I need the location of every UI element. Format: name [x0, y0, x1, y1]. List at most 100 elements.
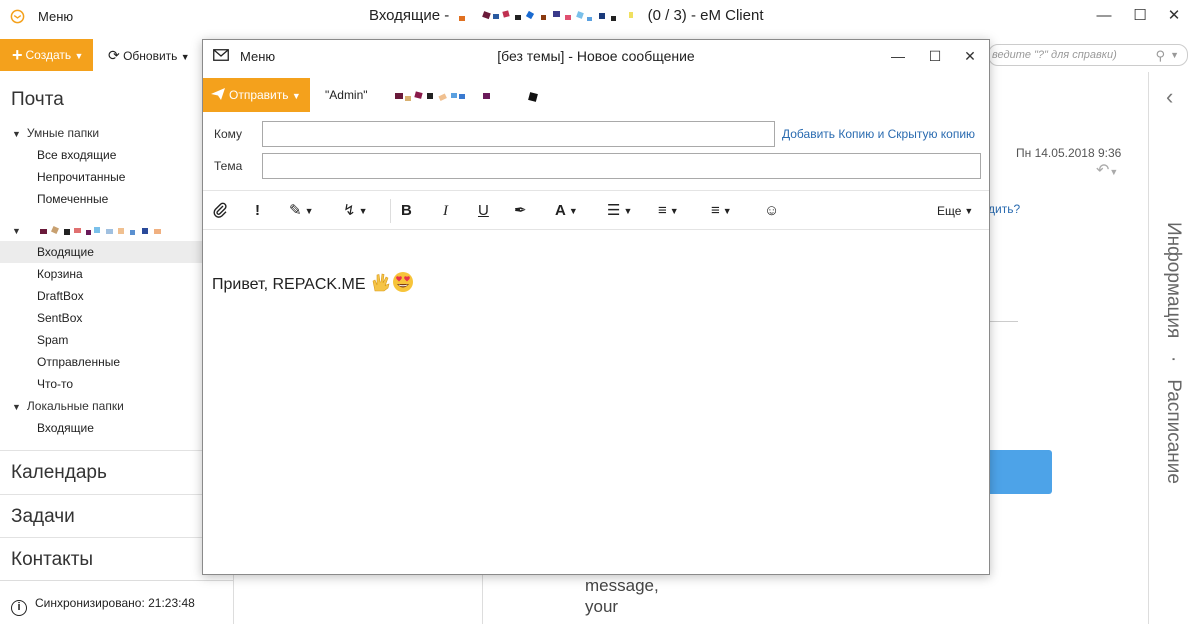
send-button[interactable]: Отправить ▼: [203, 78, 310, 112]
message-body[interactable]: Привет, REPACK.ME: [212, 271, 414, 294]
underline-icon[interactable]: U: [478, 201, 489, 221]
subject-label: Тема: [214, 159, 243, 173]
search-icon[interactable]: ⚲: [1155, 46, 1165, 65]
chevron-down-icon: ▼: [291, 91, 301, 101]
folder-item-inbox[interactable]: Входящие: [0, 241, 233, 263]
smart-folders-group[interactable]: ▼ Умные папки: [0, 122, 233, 144]
background-link[interactable]: дить?: [988, 202, 1020, 216]
folder-item[interactable]: Spam: [0, 329, 233, 351]
format-painter-icon[interactable]: ✒: [514, 201, 527, 221]
message-body-editor[interactable]: Привет, REPACK.ME: [203, 231, 989, 574]
refresh-button[interactable]: ⟳ Обновить ▼: [108, 39, 190, 71]
to-input[interactable]: [262, 121, 775, 147]
emoji-icon[interactable]: ☺: [764, 201, 779, 221]
add-cc-bcc-link[interactable]: Добавить Копию и Скрытую копию: [782, 127, 975, 141]
window-title: Входящие - (0 / 3) - eM Client: [369, 7, 764, 24]
create-button-label: Создать: [25, 48, 72, 62]
window-title-prefix: Входящие -: [369, 7, 450, 24]
folder-item[interactable]: Отправленные: [0, 351, 233, 373]
close-icon[interactable]: ✕: [957, 44, 983, 68]
calendar-section[interactable]: Календарь: [0, 450, 233, 494]
right-side-panel: ‹ Информация · Расписание: [1148, 72, 1195, 624]
close-icon[interactable]: ✕: [1160, 4, 1188, 28]
font-icon[interactable]: A ▼: [555, 201, 578, 221]
attachment-icon[interactable]: [213, 201, 227, 221]
folder-item[interactable]: SentBox: [0, 307, 233, 329]
mail-section-title[interactable]: Почта: [0, 78, 233, 122]
folder-item[interactable]: DraftBox: [0, 285, 233, 307]
message-date: Пн 14.05.2018 9:36: [1016, 146, 1122, 160]
expand-triangle-icon[interactable]: ▼: [12, 129, 21, 139]
folder-item[interactable]: Непрочитанные: [0, 166, 233, 188]
bullet-list-icon[interactable]: ☰ ▼: [607, 201, 632, 221]
folder-item[interactable]: Что-то: [0, 373, 233, 395]
folder-item[interactable]: Все входящие: [0, 144, 233, 166]
more-button-label: Еще: [937, 204, 962, 218]
divider: [482, 575, 483, 624]
message-body-text: Привет, REPACK.ME: [212, 276, 366, 293]
maximize-icon[interactable]: ☐: [1126, 4, 1154, 28]
chevron-down-icon: ▼: [180, 52, 190, 62]
plus-icon: +: [12, 45, 23, 65]
compose-window: Меню [без темы] - Новое сообщение — ☐ ✕ …: [202, 39, 990, 575]
background-blue-button[interactable]: [988, 450, 1052, 494]
numbered-list-icon[interactable]: ≡ ▼: [658, 201, 679, 221]
to-row: Кому Добавить Копию и Скрытую копию: [203, 121, 989, 147]
folder-item[interactable]: Помеченные: [0, 188, 233, 210]
to-label: Кому: [214, 127, 243, 141]
folder-item[interactable]: Корзина: [0, 263, 233, 285]
search-input[interactable]: ведите "?" для справки) ⚲ ▼: [988, 44, 1188, 66]
quick-parts-icon[interactable]: ↯ ▼: [343, 201, 368, 221]
sync-status-text: Синхронизировано: 21:23:48: [35, 596, 195, 610]
window-title-suffix: (0 / 3) - eM Client: [647, 7, 764, 24]
highlight-pen-icon[interactable]: ✎ ▼: [289, 201, 314, 221]
folder-item[interactable]: Входящие: [0, 417, 233, 439]
message-preview-text: message, your: [585, 575, 659, 617]
message-preview-line: your: [585, 597, 619, 616]
smart-folders-label: Умные папки: [26, 126, 100, 140]
italic-icon[interactable]: I: [443, 201, 448, 221]
chevron-down-icon[interactable]: ▼: [1170, 45, 1179, 65]
minimize-icon[interactable]: —: [1090, 4, 1118, 28]
vulcan-salute-emoji-icon: [372, 273, 390, 292]
sidebar: Почта ▼ Умные папки Все входящие Непрочит…: [0, 78, 234, 624]
from-account-selector[interactable]: "Admin": [325, 78, 549, 112]
redacted-account-icon: [459, 10, 634, 22]
chevron-left-icon[interactable]: ‹: [1166, 84, 1173, 110]
expand-triangle-icon[interactable]: ▼: [12, 226, 21, 236]
chevron-down-icon: ▼: [74, 51, 84, 61]
reply-icon[interactable]: ↶▼: [1096, 160, 1118, 180]
redacted-email-icon: [394, 91, 538, 102]
local-folders-group[interactable]: ▼ Локальные папки: [0, 395, 233, 417]
main-titlebar: Меню Входящие - (0 / 3) - eM Client — ☐ …: [0, 0, 1195, 33]
info-tab[interactable]: Информация: [1163, 222, 1184, 338]
refresh-icon: ⟳: [108, 47, 120, 63]
tasks-section[interactable]: Задачи: [0, 494, 233, 538]
refresh-button-label: Обновить: [123, 49, 178, 63]
side-panel-tabs: Информация · Расписание: [1153, 222, 1193, 522]
create-button[interactable]: + Создать ▼: [0, 39, 93, 71]
minimize-icon[interactable]: —: [885, 44, 911, 68]
expand-triangle-icon[interactable]: ▼: [12, 402, 21, 412]
maximize-icon[interactable]: ☐: [922, 44, 948, 68]
redacted-account-name-icon: [40, 225, 162, 235]
account-group[interactable]: ▼: [0, 219, 233, 241]
formatting-toolbar: ! ✎ ▼ ↯ ▼ B I U ✒ A ▼ ☰ ▼ ≡ ▼ ≡ ▼ ☺ Еще ▼: [203, 190, 989, 230]
compose-title: [без темы] - Новое сообщение: [497, 48, 695, 64]
local-folders-label: Локальные папки: [26, 399, 124, 413]
divider: [988, 321, 1018, 322]
bold-icon[interactable]: B: [401, 201, 412, 221]
contacts-section[interactable]: Контакты: [0, 537, 233, 581]
schedule-tab[interactable]: Расписание: [1163, 379, 1184, 484]
toolbar-separator: [390, 199, 391, 223]
main-menu-button[interactable]: Меню: [38, 9, 73, 24]
subject-input[interactable]: [262, 153, 981, 179]
send-plane-icon: [211, 88, 225, 100]
tab-separator: ·: [1163, 355, 1184, 362]
more-button[interactable]: Еще ▼: [937, 201, 973, 221]
priority-icon[interactable]: !: [255, 201, 260, 221]
from-name: "Admin": [325, 88, 368, 102]
em-client-logo-icon: [10, 9, 25, 24]
align-icon[interactable]: ≡ ▼: [711, 201, 732, 221]
subject-row: Тема: [203, 153, 989, 179]
